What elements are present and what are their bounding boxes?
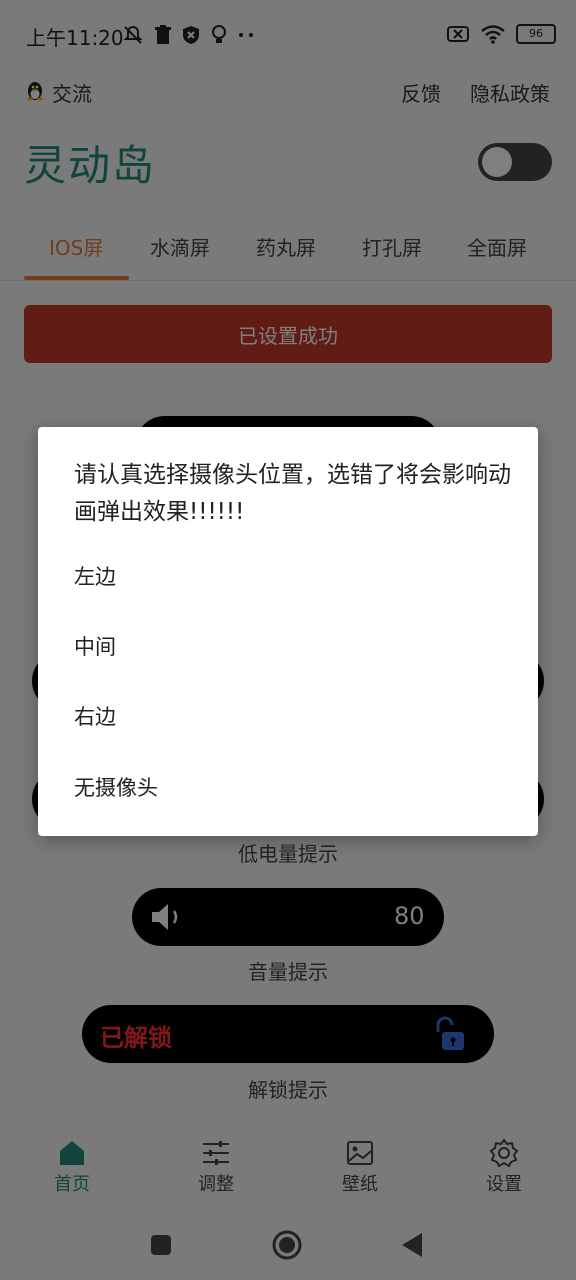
option-no-camera-label: 无摄像头 (74, 776, 158, 800)
option-middle-label: 中间 (74, 635, 116, 659)
dialog-message: 请认真选择摄像头位置，选错了将会影响动画弹出效果!!!!!! (74, 462, 511, 525)
option-no-camera[interactable]: 无摄像头 (38, 754, 538, 824)
option-left[interactable]: 左边 (38, 543, 538, 613)
option-right-label: 右边 (74, 705, 116, 729)
option-right[interactable]: 右边 (38, 683, 538, 753)
option-middle[interactable]: 中间 (38, 613, 538, 683)
option-left-label: 左边 (74, 565, 116, 589)
camera-position-dialog: 请认真选择摄像头位置，选错了将会影响动画弹出效果!!!!!! 左边 中间 右边 … (38, 427, 538, 836)
